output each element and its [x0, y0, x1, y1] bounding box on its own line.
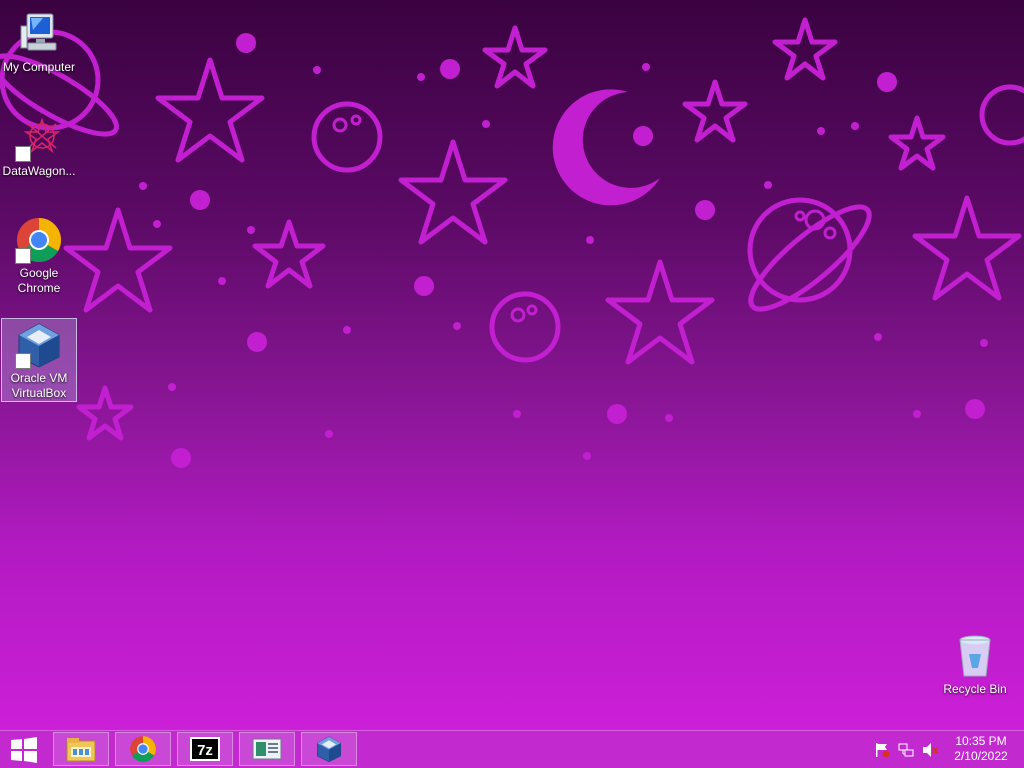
- desktop-icon-label: Oracle VM VirtualBox: [10, 371, 68, 400]
- taskbar-chrome[interactable]: [115, 732, 171, 766]
- svg-text:7z: 7z: [197, 742, 213, 759]
- start-button[interactable]: [0, 731, 48, 768]
- desktop-icon-label: Recycle Bin: [943, 682, 1007, 696]
- desktop-icon-datawagon[interactable]: DataWagon...: [1, 112, 77, 179]
- virtualbox-icon: [15, 321, 63, 369]
- taskbar-7zip[interactable]: 7z: [177, 732, 233, 766]
- desktop-icon-my-computer[interactable]: My Computer: [1, 8, 77, 75]
- clock-date: 2/10/2022: [954, 749, 1008, 763]
- taskbar-clock[interactable]: 10:35 PM 2/10/2022: [948, 734, 1014, 764]
- desktop-icon-recycle-bin[interactable]: Recycle Bin: [937, 630, 1013, 697]
- 7zip-icon: 7z: [190, 737, 220, 761]
- datawagon-icon: [15, 114, 63, 162]
- desktop-icon-virtualbox[interactable]: Oracle VM VirtualBox: [1, 318, 77, 402]
- shortcut-arrow-icon: [15, 353, 31, 369]
- taskbar-file-explorer[interactable]: [53, 732, 109, 766]
- file-explorer-icon: [66, 738, 96, 762]
- taskbar-virtualbox[interactable]: [301, 732, 357, 766]
- action-center-flag-icon[interactable]: [874, 742, 890, 758]
- chrome-icon: [15, 216, 63, 264]
- shortcut-arrow-icon: [15, 146, 31, 162]
- wallpaper: [0, 17, 1024, 468]
- desktop-icon-google-chrome[interactable]: Google Chrome: [1, 214, 77, 296]
- control-panel-icon: [252, 738, 282, 760]
- desktop: My Computer DataWagon... Google Chrome O…: [0, 0, 1024, 730]
- desktop-icon-label: Google Chrome: [17, 266, 61, 295]
- recycle-bin-icon: [951, 632, 999, 680]
- taskbar-control-panel[interactable]: [239, 732, 295, 766]
- shortcut-arrow-icon: [15, 248, 31, 264]
- desktop-icon-label: DataWagon...: [2, 164, 76, 178]
- windows-logo-icon: [11, 736, 37, 763]
- network-icon[interactable]: [898, 742, 914, 758]
- virtualbox-icon: [317, 736, 341, 763]
- computer-icon: [15, 10, 63, 58]
- taskbar: 7z 10:35 PM 2/10/2022: [0, 730, 1024, 768]
- chrome-icon: [130, 736, 156, 762]
- desktop-icon-label: My Computer: [2, 60, 76, 74]
- volume-muted-icon[interactable]: [922, 742, 938, 758]
- clock-time: 10:35 PM: [955, 734, 1007, 748]
